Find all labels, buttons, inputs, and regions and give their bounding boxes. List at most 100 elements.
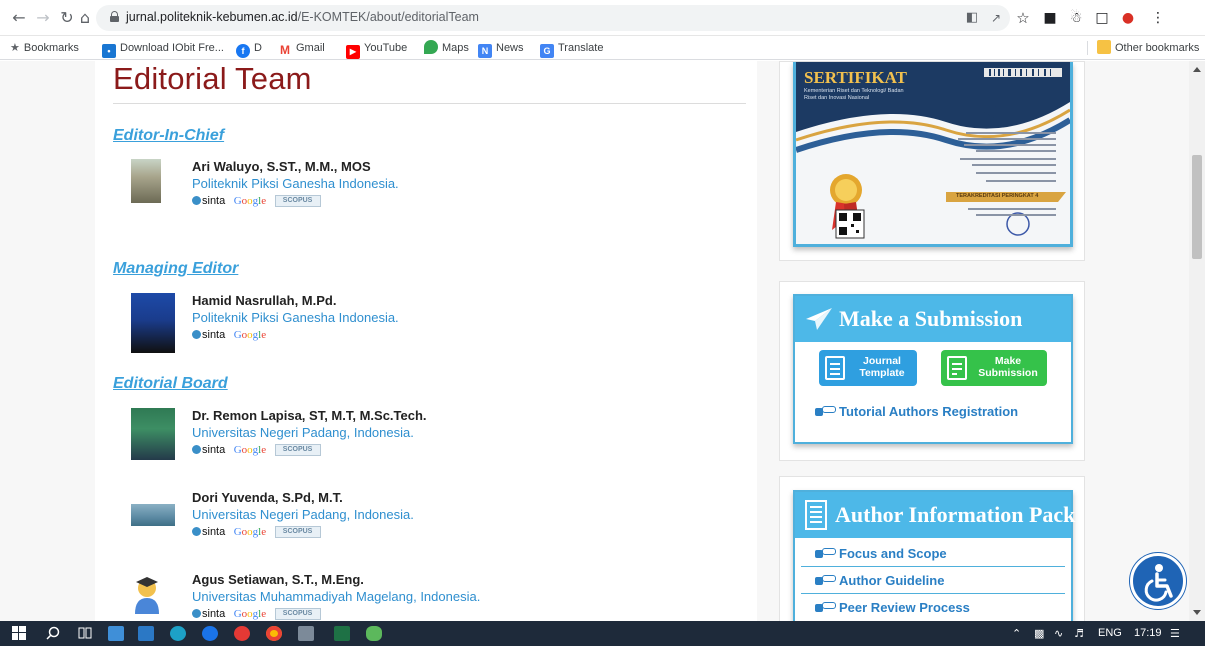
journal-template-button[interactable]: Journal Template — [819, 350, 917, 386]
address-bar[interactable]: jurnal.politeknik-kebumen.ac.id/E-KOMTEK… — [96, 5, 1010, 31]
person-card: Dr. Remon Lapisa, ST, M.T, M.Sc.Tech. Un… — [131, 408, 731, 468]
bookmark-translate[interactable]: G Translate — [540, 40, 603, 58]
bookmark-maps[interactable]: Maps — [424, 40, 469, 56]
folder-icon — [1097, 40, 1111, 54]
notepad-icon[interactable] — [298, 626, 314, 641]
app-leaf-icon[interactable] — [366, 626, 382, 641]
submission-card: Make a Submission Journal Template Make … — [779, 281, 1085, 461]
app-circle-icon[interactable] — [202, 626, 218, 641]
extensions-puzzle-icon[interactable]: ☃ — [1066, 8, 1086, 28]
tray-icons[interactable]: ⌃ — [1012, 626, 1021, 641]
scroll-thumb[interactable] — [1192, 155, 1202, 259]
person-affiliation[interactable]: Politeknik Piksi Ganesha Indonesia. — [192, 176, 399, 191]
translate-page-icon[interactable]: ◧ — [964, 10, 980, 26]
back-arrow-icon[interactable]: ← — [8, 7, 30, 29]
file-explorer-icon[interactable] — [108, 626, 124, 641]
bookmark-iobit[interactable]: • Download IObit Fre... — [102, 40, 224, 58]
google-scholar-link[interactable]: Google — [234, 526, 266, 538]
sinta-link[interactable]: sinta — [192, 329, 225, 341]
section-editorial-board[interactable]: Editorial Board — [113, 375, 228, 393]
default-user-icon — [135, 577, 159, 614]
sinta-link[interactable]: sinta — [192, 526, 225, 538]
person-name: Agus Setiawan, S.T., M.Eng. — [192, 572, 364, 587]
bookmark-bookmarks[interactable]: ★ Bookmarks — [10, 40, 79, 56]
volume-icon[interactable]: ♬ — [1074, 626, 1084, 641]
scopus-link[interactable]: SCOPUS — [274, 444, 321, 456]
accessibility-button[interactable] — [1130, 553, 1186, 609]
accreditation-certificate[interactable]: SERTIFIKAT Kementerian Riset dan Teknolo… — [793, 62, 1073, 247]
google-scholar-link[interactable]: Google — [234, 329, 266, 341]
excel-icon[interactable] — [334, 626, 350, 641]
person-name: Dr. Remon Lapisa, ST, M.T, M.Sc.Tech. — [192, 408, 427, 423]
author-guideline-link[interactable]: Author Guideline — [815, 573, 944, 588]
task-view-icon[interactable] — [78, 626, 94, 641]
sinta-link[interactable]: sinta — [192, 195, 225, 207]
link-divider — [801, 566, 1065, 567]
gmail-icon: M — [278, 43, 292, 57]
lock-icon[interactable] — [110, 11, 119, 22]
page-scrollbar[interactable] — [1189, 61, 1205, 621]
tutorial-registration-link[interactable]: Tutorial Authors Registration — [815, 404, 1018, 419]
make-submission-button[interactable]: Make Submission — [941, 350, 1047, 386]
google-scholar-link[interactable]: Google — [234, 195, 266, 207]
sinta-logo-icon — [192, 196, 201, 205]
clock[interactable]: 17:19 — [1134, 626, 1162, 641]
pointing-hand-icon — [815, 405, 836, 417]
submission-buttons: Journal Template Make Submission — [795, 342, 1071, 398]
bookmark-other[interactable]: Other bookmarks — [1097, 40, 1199, 56]
profile-avatar-icon[interactable]: ● — [1118, 8, 1138, 28]
url-text[interactable]: jurnal.politeknik-kebumen.ac.id/E-KOMTEK… — [126, 10, 479, 24]
person-affiliation[interactable]: Universitas Negeri Padang, Indonesia. — [192, 507, 414, 522]
peer-review-link[interactable]: Peer Review Process — [815, 600, 970, 615]
page-title: Editorial Team — [113, 61, 312, 96]
language-indicator[interactable]: ENG — [1098, 626, 1122, 641]
person-affiliation[interactable]: Universitas Negeri Padang, Indonesia. — [192, 425, 414, 440]
avatar — [131, 159, 161, 203]
scopus-link[interactable]: SCOPUS — [274, 526, 321, 538]
star-icon: ★ — [10, 41, 20, 54]
sinta-logo-icon — [192, 445, 201, 454]
windows-taskbar: ⌃ ▩ ∿ ♬ ENG 17:19 ☰ — [0, 621, 1205, 646]
notification-icon[interactable]: ☰ — [1170, 626, 1180, 641]
chrome-icon[interactable] — [266, 626, 282, 641]
section-managing-editor[interactable]: Managing Editor — [113, 260, 238, 278]
person-affiliation[interactable]: Politeknik Piksi Ganesha Indonesia. — [192, 310, 399, 325]
bookmark-d[interactable]: fD — [236, 40, 262, 58]
scopus-link[interactable]: SCOPUS — [274, 195, 321, 207]
sinta-link[interactable]: sinta — [192, 608, 225, 620]
bookmark-star-icon[interactable]: ☆ — [1013, 8, 1033, 28]
home-icon[interactable]: ⌂ — [74, 7, 96, 29]
sinta-link[interactable]: sinta — [192, 444, 225, 456]
scopus-link[interactable]: SCOPUS — [274, 608, 321, 620]
forward-arrow-icon[interactable]: → — [32, 7, 54, 29]
bookmark-youtube[interactable]: ▶ YouTube — [346, 40, 407, 59]
avatar — [131, 504, 175, 526]
bookmarks-divider — [1087, 41, 1088, 55]
focus-scope-link[interactable]: Focus and Scope — [815, 546, 947, 561]
google-scholar-link[interactable]: Google — [234, 444, 266, 456]
windows-start-icon[interactable] — [12, 626, 28, 641]
person-affiliation[interactable]: Universitas Muhammadiyah Magelang, Indon… — [192, 589, 480, 604]
search-icon[interactable] — [46, 626, 62, 641]
translate-icon: G — [540, 44, 554, 58]
mail-icon[interactable] — [138, 626, 154, 641]
scroll-up-arrow-icon[interactable] — [1193, 67, 1201, 72]
bookmark-gmail[interactable]: M Gmail — [278, 40, 325, 57]
wifi-icon[interactable]: ∿ — [1054, 626, 1063, 641]
menu-dots-icon[interactable]: ⋮ — [1148, 8, 1168, 28]
network-icon[interactable]: ▩ — [1034, 626, 1044, 641]
edge-icon[interactable] — [170, 626, 186, 641]
google-scholar-link[interactable]: Google — [234, 608, 266, 620]
scroll-down-arrow-icon[interactable] — [1193, 610, 1201, 615]
share-icon[interactable]: ↗ — [988, 10, 1004, 26]
person-card: Agus Setiawan, S.T., M.Eng. Universitas … — [131, 572, 731, 621]
extension-shield-icon[interactable]: ■ — [1040, 8, 1060, 28]
sinta-logo-icon — [192, 330, 201, 339]
youtube-icon: ▶ — [346, 45, 360, 59]
accreditation-card: SERTIFIKAT Kementerian Riset dan Teknolo… — [779, 61, 1085, 261]
section-editor-in-chief[interactable]: Editor-In-Chief — [113, 127, 224, 145]
submission-box: Make a Submission Journal Template Make … — [793, 294, 1073, 444]
side-panel-icon[interactable]: □ — [1092, 8, 1112, 28]
bookmark-news[interactable]: N News — [478, 40, 524, 58]
opera-icon[interactable] — [234, 626, 250, 641]
